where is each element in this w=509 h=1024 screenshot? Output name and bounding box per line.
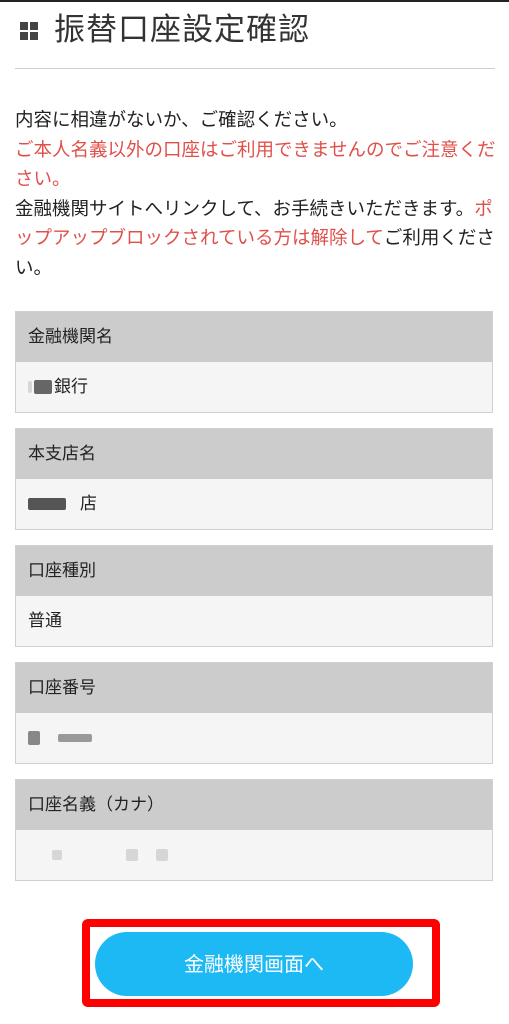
field-account-holder-kana: 口座名義（カナ） [15,779,493,881]
masked-text [126,849,138,861]
grid-icon [20,22,38,40]
masked-text [34,380,52,394]
masked-text [52,850,62,860]
notice-text: 内容に相違がないか、ご確認ください。 ご本人名義以外の口座はご利用できませんので… [15,106,500,283]
field-account-number: 口座番号 [15,662,493,764]
notice-warning: ご本人名義以外の口座はご利用できませんのでご注意ください。 [15,139,496,191]
field-value-row [16,713,492,763]
notice-line-1: 内容に相違がないか、ご確認ください。 [15,110,348,131]
masked-text [28,498,66,510]
field-label: 口座名義（カナ） [16,780,492,830]
field-label: 口座種別 [16,546,492,596]
field-value: 店 [80,494,97,514]
field-account-type: 口座種別 普通 [15,545,493,647]
field-label: 本支店名 [16,429,492,479]
go-to-bank-button[interactable]: 金融機関画面へ [95,932,413,996]
field-branch-name: 本支店名 店 [15,428,493,530]
notice-link-text: 金融機関サイトへリンクして、お手続きいただきます。 [15,198,475,220]
field-value: 銀行 [54,377,88,397]
field-label: 金融機関名 [16,312,492,362]
field-bank-name: 金融機関名 銀行 [15,311,493,413]
masked-text [58,734,92,742]
field-label: 口座番号 [16,663,492,713]
title-divider [15,68,495,69]
field-value-row [16,830,492,880]
masked-text [28,731,40,745]
notice-line-2: 金融機関サイトへリンクして、お手続きいただきます。ポップアップブロックされている… [15,195,500,284]
masked-text [28,381,32,393]
field-value: 普通 [16,596,492,646]
page-title: 振替口座設定確認 [54,12,310,48]
masked-text [156,849,168,861]
field-value-row: 店 [16,479,492,529]
page-header: 振替口座設定確認 [0,0,509,70]
field-value-row: 銀行 [16,362,492,412]
